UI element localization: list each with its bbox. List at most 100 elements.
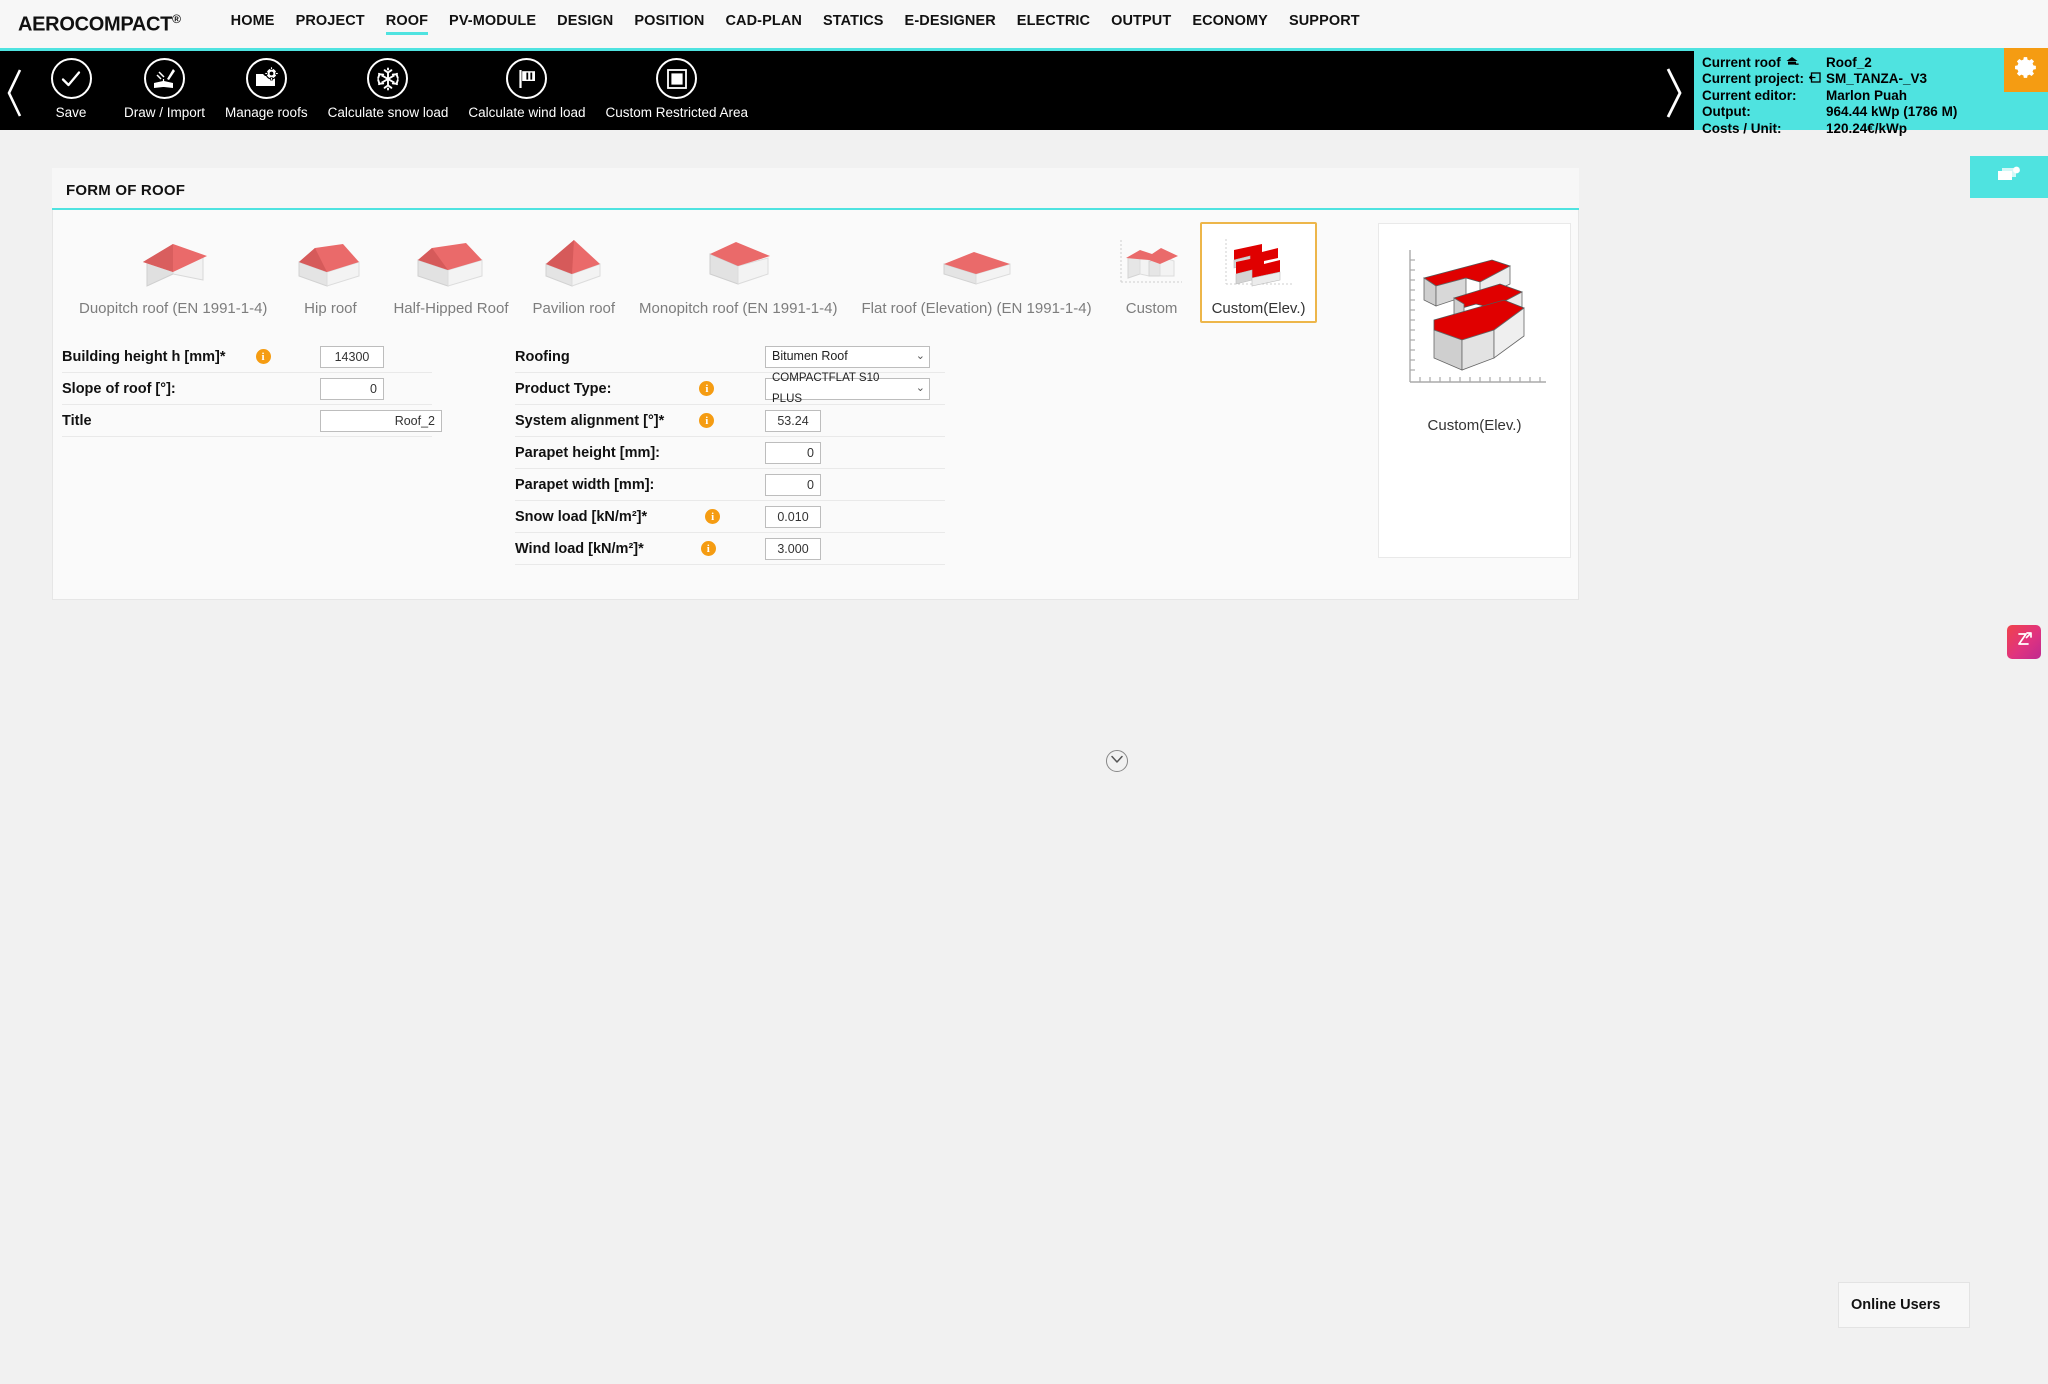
info-row-costs-per-unit: Costs / Unit: 120.24€/kWp xyxy=(1702,121,2048,137)
nav-item-roof[interactable]: ROOF xyxy=(385,13,429,35)
snowflake-icon xyxy=(367,58,409,99)
roof-type-duopitch-label: Duopitch roof (EN 1991-1-4) xyxy=(79,300,268,317)
field-building-height-label: Building height h [mm]* xyxy=(62,348,226,365)
nav-item-e-designer[interactable]: E-DESIGNER xyxy=(905,13,996,35)
nav-item-home[interactable]: HOME xyxy=(231,13,275,35)
manage-roofs-label: Manage roofs xyxy=(225,105,308,120)
field-parapet-width: Parapet width [mm]: xyxy=(515,469,945,501)
pavilion-roof-icon xyxy=(538,230,610,292)
title-input[interactable] xyxy=(320,409,442,432)
field-product-type: Product Type: i COMPACTFLAT S10 PLUS ⌄ xyxy=(515,372,945,405)
nav-item-electric[interactable]: ELECTRIC xyxy=(1017,13,1090,35)
field-wind-load: Wind load [kN/m²]* i xyxy=(515,533,945,565)
field-parapet-height-label: Parapet height [mm]: xyxy=(515,444,661,461)
nav-item-statics[interactable]: STATICS xyxy=(823,13,884,35)
roof-type-monopitch[interactable]: Monopitch roof (EN 1991-1-4) xyxy=(627,222,849,323)
info-icon-snow-load[interactable]: i xyxy=(705,509,721,524)
online-users-panel[interactable]: Online Users xyxy=(1838,1282,1970,1328)
project-icon[interactable] xyxy=(1808,71,1821,87)
draw-import-button[interactable]: Draw / Import xyxy=(114,51,215,133)
building-height-input[interactable] xyxy=(320,345,384,368)
nav-item-support[interactable]: SUPPORT xyxy=(1289,13,1360,35)
draw-import-icon xyxy=(144,58,185,99)
field-system-alignment-label: System alignment [°]* xyxy=(515,412,665,429)
calculate-snow-load-label: Calculate snow load xyxy=(327,105,449,120)
info-icon-wind-load[interactable]: i xyxy=(700,541,716,556)
field-snow-load: Snow load [kN/m²]* i xyxy=(515,501,945,533)
roof-type-half-hipped-label: Half-Hipped Roof xyxy=(393,300,509,317)
info-icon-product-type[interactable]: i xyxy=(699,381,715,396)
custom-restricted-area-label: Custom Restricted Area xyxy=(605,105,749,120)
save-label: Save xyxy=(55,105,87,120)
roof-type-custom[interactable]: Custom xyxy=(1104,222,1200,323)
manage-roofs-button[interactable]: Manage roofs xyxy=(215,51,318,133)
nav-item-economy[interactable]: ECONOMY xyxy=(1192,13,1268,35)
field-parapet-height: Parapet height [mm]: xyxy=(515,437,945,469)
roof-preview-panel: Custom(Elev.) xyxy=(1378,223,1571,558)
system-alignment-input[interactable] xyxy=(765,409,821,432)
nav-item-position[interactable]: POSITION xyxy=(634,13,704,35)
roof-parameters-form: Building height h [mm]* i Slope of roof … xyxy=(53,341,1578,565)
form-right-column: Roofing Bitumen Roof ⌄ Product Type: i C… xyxy=(515,341,945,565)
form-left-column: Building height h [mm]* i Slope of roof … xyxy=(62,341,442,565)
zoom-expand-widget[interactable] xyxy=(2007,625,2041,659)
wind-flag-icon xyxy=(506,58,548,99)
info-icon-system-alignment[interactable]: i xyxy=(699,413,715,428)
nav-item-pv-module[interactable]: PV-MODULE xyxy=(449,13,536,35)
wind-load-input[interactable] xyxy=(765,537,821,560)
roof-preview-label: Custom(Elev.) xyxy=(1427,417,1522,434)
card-stack-icon xyxy=(1996,165,2022,190)
side-panel-toggle[interactable] xyxy=(1970,156,2048,198)
custom-elev-roof-icon xyxy=(1220,230,1298,292)
toolbar-items: Save Draw / Import Manage roofs Calculat… xyxy=(28,51,758,133)
roofing-select[interactable]: Bitumen Roof ⌄ xyxy=(765,345,930,368)
roof-type-hip-label: Hip roof xyxy=(304,300,357,317)
expand-arrows-icon xyxy=(2015,630,2034,654)
field-wind-load-label: Wind load [kN/m²]* xyxy=(515,540,644,557)
card-body: Duopitch roof (EN 1991-1-4) Hip roof Hal… xyxy=(52,210,1579,772)
info-label-current-editor: Current editor: xyxy=(1702,87,1797,103)
product-type-select[interactable]: COMPACTFLAT S10 PLUS ⌄ xyxy=(765,372,930,405)
snow-load-input[interactable] xyxy=(765,505,821,528)
chevron-down-circle-icon xyxy=(1111,755,1123,767)
info-value-output: 964.44 kWp (1786 M) xyxy=(1826,104,1958,120)
roofing-select-value: Bitumen Roof xyxy=(772,349,848,363)
parapet-height-input[interactable] xyxy=(765,441,821,464)
slope-of-roof-input[interactable] xyxy=(320,377,384,400)
roof-icon[interactable] xyxy=(1786,55,1799,71)
brand-name: AEROCOMPACT xyxy=(18,13,173,36)
online-users-label: Online Users xyxy=(1851,1297,1941,1313)
info-label-output: Output: xyxy=(1702,104,1751,120)
info-value-current-project: SM_TANZA-_V3 xyxy=(1826,71,1928,87)
manage-roofs-icon xyxy=(245,58,287,99)
toolbar-scroll-left-icon[interactable] xyxy=(4,67,26,119)
roof-type-hip[interactable]: Hip roof xyxy=(279,222,381,323)
calculate-wind-load-button[interactable]: Calculate wind load xyxy=(458,51,595,133)
roof-type-duopitch[interactable]: Duopitch roof (EN 1991-1-4) xyxy=(67,222,279,323)
field-system-alignment: System alignment [°]* i xyxy=(515,405,945,437)
nav-item-design[interactable]: DESIGN xyxy=(557,13,613,35)
roof-type-custom-elev[interactable]: Custom(Elev.) xyxy=(1199,222,1318,323)
hip-roof-icon xyxy=(291,230,369,292)
parapet-width-input[interactable] xyxy=(765,473,821,496)
project-info-panel: Current roof Roof_2 Current project: SM_… xyxy=(1694,48,2048,136)
roof-type-half-hipped[interactable]: Half-Hipped Roof xyxy=(381,222,520,323)
nav-item-output[interactable]: OUTPUT xyxy=(1111,13,1171,35)
roof-type-custom-label: Custom xyxy=(1125,300,1178,317)
save-button[interactable]: Save xyxy=(28,51,114,133)
calculate-wind-load-label: Calculate wind load xyxy=(468,105,586,120)
roof-type-pavilion[interactable]: Pavilion roof xyxy=(521,222,628,323)
nav-item-project[interactable]: PROJECT xyxy=(296,13,365,35)
expand-more-options-button[interactable] xyxy=(1106,750,1128,772)
nav-item-cad-plan[interactable]: CAD-PLAN xyxy=(725,13,802,35)
custom-restricted-area-button[interactable]: Custom Restricted Area xyxy=(595,51,758,133)
roof-type-selector: Duopitch roof (EN 1991-1-4) Hip roof Hal… xyxy=(53,222,1578,323)
toolbar-scroll-right-icon[interactable] xyxy=(1660,65,1686,121)
settings-button[interactable] xyxy=(2004,48,2048,92)
info-icon-building-height[interactable]: i xyxy=(255,349,271,364)
half-hipped-roof-icon xyxy=(410,230,492,292)
flat-roof-icon xyxy=(934,230,1020,292)
roof-type-flat[interactable]: Flat roof (Elevation) (EN 1991-1-4) xyxy=(849,222,1103,323)
roof-preview-image xyxy=(1396,242,1554,407)
calculate-snow-load-button[interactable]: Calculate snow load xyxy=(318,51,459,133)
